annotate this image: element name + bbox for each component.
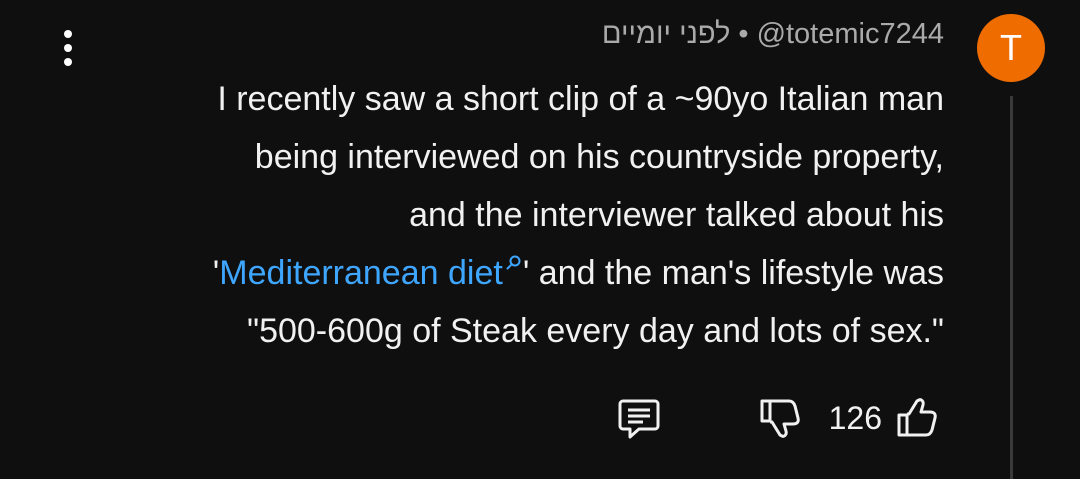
like-count: 126 xyxy=(828,399,882,436)
comment-time: לפני יומיים xyxy=(601,18,731,50)
comment-header: לפני יומיים • @totemic7244 xyxy=(602,18,944,51)
search-icon xyxy=(506,255,521,270)
comment-line: being interviewed on his countryside pro… xyxy=(254,138,944,176)
comment-line: 'Mediterranean diet ' and the man's lifes… xyxy=(84,244,944,302)
search-link-text: Mediterranean diet xyxy=(219,254,503,292)
more-vertical-icon-dot xyxy=(64,58,72,66)
line-continuation: ' and the man's lifestyle was xyxy=(522,254,944,292)
comment-text: I recently saw a short clip of a ~90yo I… xyxy=(84,70,944,360)
thumbs-up-icon xyxy=(897,398,937,437)
comment-line: "500-600g of Steak every day and lots of… xyxy=(247,312,944,350)
like-button[interactable] xyxy=(888,390,944,446)
avatar-letter: T xyxy=(1000,27,1022,68)
comment-actions: 126 xyxy=(611,390,944,446)
thread-line xyxy=(1010,96,1013,479)
comment-icon xyxy=(618,399,660,439)
reply-button[interactable] xyxy=(611,390,667,446)
more-vertical-icon-dot xyxy=(64,44,72,52)
comment-author[interactable]: @totemic7244 xyxy=(757,18,944,50)
search-link[interactable]: Mediterranean diet xyxy=(219,254,523,292)
dislike-button[interactable] xyxy=(751,390,807,446)
avatar[interactable]: T xyxy=(977,14,1045,82)
thumbs-down-icon xyxy=(760,399,800,438)
comment-line: I recently saw a short clip of a ~90yo I… xyxy=(217,80,944,118)
comment-line: and the interviewer talked about his xyxy=(409,196,944,234)
more-options-button[interactable] xyxy=(54,28,82,68)
more-vertical-icon xyxy=(64,30,72,38)
separator: • xyxy=(738,18,749,50)
